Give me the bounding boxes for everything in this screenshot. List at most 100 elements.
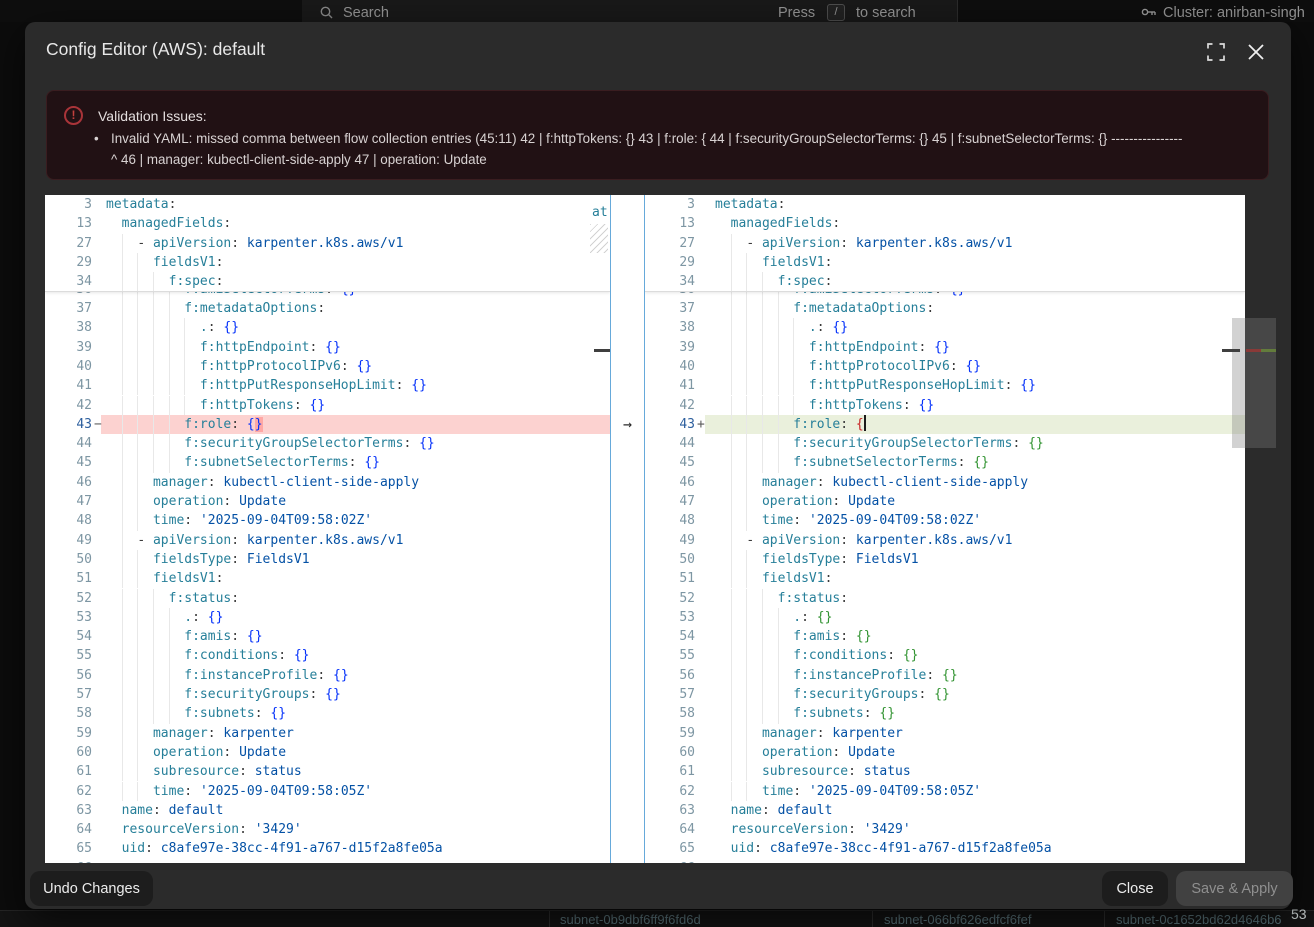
line-number[interactable]: 49: [645, 531, 695, 550]
code-line[interactable]: 53 .: {}: [645, 608, 1245, 627]
line-number[interactable]: 37: [45, 299, 92, 318]
code-line[interactable]: 66spec:: [45, 859, 610, 863]
code-line[interactable]: 54 f:amis: {}: [645, 627, 1245, 646]
line-number[interactable]: 13: [45, 214, 92, 233]
line-number[interactable]: 47: [645, 492, 695, 511]
code-line[interactable]: 50 fieldsType: FieldsV1: [45, 550, 610, 569]
line-number[interactable]: 51: [45, 569, 92, 588]
line-number[interactable]: 39: [645, 338, 695, 357]
code-line[interactable]: 38 .: {}: [45, 318, 610, 337]
line-number[interactable]: 48: [645, 511, 695, 530]
code-line[interactable]: 49 - apiVersion: karpenter.k8s.aws/v1: [45, 531, 610, 550]
code-line[interactable]: 29 fieldsV1:: [45, 253, 610, 272]
line-number[interactable]: 38: [645, 318, 695, 337]
line-number[interactable]: 3: [45, 195, 92, 214]
line-number[interactable]: 63: [645, 801, 695, 820]
line-number[interactable]: 60: [45, 743, 92, 762]
global-search-bar[interactable]: Search Press / to search: [302, 0, 957, 22]
code-line[interactable]: 45 f:subnetSelectorTerms: {}: [645, 453, 1245, 472]
code-line[interactable]: 51 fieldsV1:: [645, 569, 1245, 588]
line-number[interactable]: 29: [45, 253, 92, 272]
code-line[interactable]: 42 f:httpTokens: {}: [645, 396, 1245, 415]
code-line[interactable]: 56 f:instanceProfile: {}: [645, 666, 1245, 685]
line-number[interactable]: 61: [645, 762, 695, 781]
code-line[interactable]: 46 manager: kubectl-client-side-apply: [645, 473, 1245, 492]
code-line[interactable]: 41 f:httpPutResponseHopLimit: {}: [645, 376, 1245, 395]
code-line[interactable]: 39 f:httpEndpoint: {}: [45, 338, 610, 357]
code-line[interactable]: 57 f:securityGroups: {}: [645, 685, 1245, 704]
line-number[interactable]: 52: [45, 589, 92, 608]
line-number[interactable]: 49: [45, 531, 92, 550]
code-line[interactable]: 60 operation: Update: [45, 743, 610, 762]
close-icon[interactable]: [1247, 43, 1267, 63]
diff-pane-original[interactable]: 36 f:amiSelectorTerms: {}37 f:metadataOp…: [45, 195, 610, 863]
line-number[interactable]: 52: [645, 589, 695, 608]
diff-pane-modified[interactable]: 36 f:amiSelectorTerms: {}37 f:metadataOp…: [645, 195, 1245, 863]
cluster-chip[interactable]: Cluster: anirban-singh: [1163, 5, 1305, 21]
code-line[interactable]: 40 f:httpProtocolIPv6: {}: [645, 357, 1245, 376]
line-number[interactable]: 13: [645, 214, 695, 233]
code-line[interactable]: 63 name: default: [45, 801, 610, 820]
line-number[interactable]: 53: [45, 608, 92, 627]
line-number[interactable]: 62: [45, 782, 92, 801]
line-number[interactable]: 55: [645, 646, 695, 665]
code-line[interactable]: 41 f:httpPutResponseHopLimit: {}: [45, 376, 610, 395]
code-line[interactable]: 48 time: '2025-09-04T09:58:02Z': [45, 511, 610, 530]
line-number[interactable]: 57: [45, 685, 92, 704]
code-line[interactable]: 37 f:metadataOptions:: [45, 299, 610, 318]
code-line[interactable]: 55 f:conditions: {}: [645, 646, 1245, 665]
code-line[interactable]: 62 time: '2025-09-04T09:58:05Z': [45, 782, 610, 801]
line-number[interactable]: 34: [45, 272, 92, 291]
code-line[interactable]: 44 f:securityGroupSelectorTerms: {}: [45, 434, 610, 453]
apply-change-arrow[interactable]: →: [611, 415, 644, 433]
line-number[interactable]: 41: [45, 376, 92, 395]
fullscreen-icon[interactable]: [1207, 43, 1227, 63]
subnet-link[interactable]: subnet-0b9dbf6ff9f6fd6d: [560, 912, 701, 927]
code-line[interactable]: 61 subresource: status: [45, 762, 610, 781]
line-number[interactable]: 39: [45, 338, 92, 357]
code-line[interactable]: 66spec:: [645, 859, 1245, 863]
code-line[interactable]: 57 f:securityGroups: {}: [45, 685, 610, 704]
line-number[interactable]: 56: [645, 666, 695, 685]
code-line[interactable]: 47 operation: Update: [645, 492, 1245, 511]
code-line[interactable]: 3metadata:: [45, 195, 610, 214]
line-number[interactable]: 43: [45, 415, 92, 434]
code-line[interactable]: 52 f:status:: [645, 589, 1245, 608]
close-button[interactable]: Close: [1102, 871, 1168, 906]
line-number[interactable]: 58: [645, 704, 695, 723]
code-line[interactable]: 48 time: '2025-09-04T09:58:02Z': [645, 511, 1245, 530]
code-line[interactable]: 64 resourceVersion: '3429': [645, 820, 1245, 839]
line-number[interactable]: 65: [645, 839, 695, 858]
code-line[interactable]: 53 .: {}: [45, 608, 610, 627]
code-line[interactable]: 59 manager: karpenter: [45, 724, 610, 743]
line-number[interactable]: 44: [645, 434, 695, 453]
line-number[interactable]: 3: [645, 195, 695, 214]
line-number[interactable]: 41: [645, 376, 695, 395]
line-number[interactable]: 29: [645, 253, 695, 272]
code-line[interactable]: 34 f:spec:: [645, 272, 1245, 291]
scrollbar-slider[interactable]: [1232, 318, 1245, 448]
code-line[interactable]: 13 managedFields:: [645, 214, 1245, 233]
subnet-link-overflow[interactable]: 53: [1291, 906, 1307, 922]
code-line[interactable]: 40 f:httpProtocolIPv6: {}: [45, 357, 610, 376]
line-number[interactable]: 47: [45, 492, 92, 511]
code-line[interactable]: 54 f:amis: {}: [45, 627, 610, 646]
line-number[interactable]: 61: [45, 762, 92, 781]
line-number[interactable]: 27: [645, 234, 695, 253]
code-line[interactable]: 45 f:subnetSelectorTerms: {}: [45, 453, 610, 472]
code-line[interactable]: 47 operation: Update: [45, 492, 610, 511]
line-number[interactable]: 45: [645, 453, 695, 472]
code-line[interactable]: 50 fieldsType: FieldsV1: [645, 550, 1245, 569]
line-number[interactable]: 45: [45, 453, 92, 472]
line-number[interactable]: 62: [645, 782, 695, 801]
line-number[interactable]: 44: [45, 434, 92, 453]
line-number[interactable]: 37: [645, 299, 695, 318]
line-number[interactable]: 64: [45, 820, 92, 839]
line-number[interactable]: 48: [45, 511, 92, 530]
line-number[interactable]: 34: [645, 272, 695, 291]
code-line[interactable]: 34 f:spec:: [45, 272, 610, 291]
code-line[interactable]: 61 subresource: status: [645, 762, 1245, 781]
line-number[interactable]: 50: [45, 550, 92, 569]
line-number[interactable]: 42: [45, 396, 92, 415]
line-number[interactable]: 64: [645, 820, 695, 839]
